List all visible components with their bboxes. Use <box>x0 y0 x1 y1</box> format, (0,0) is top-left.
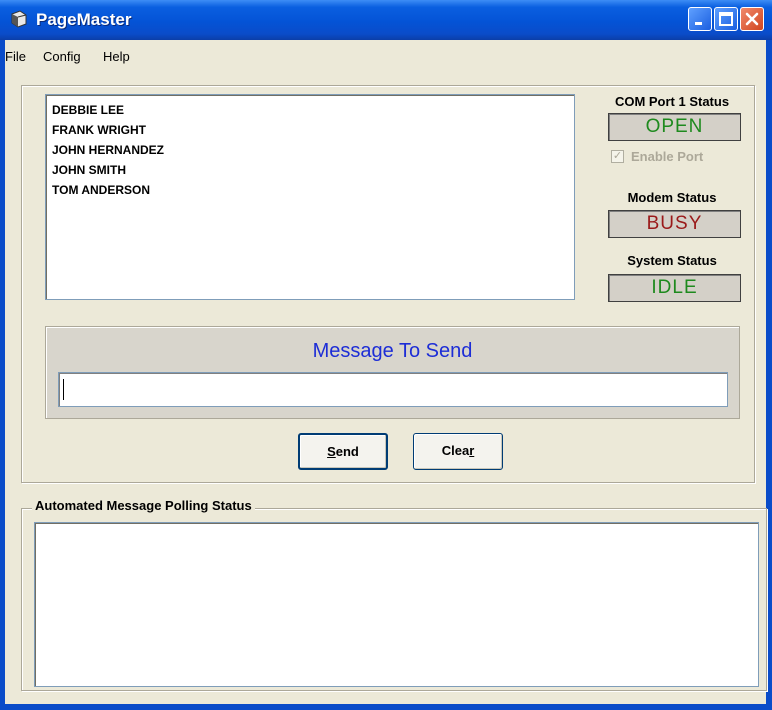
recipient-list[interactable]: DEBBIE LEE FRANK WRIGHT JOHN HERNANDEZ J… <box>45 94 575 300</box>
list-item[interactable]: DEBBIE LEE <box>52 103 124 117</box>
list-item[interactable]: TOM ANDERSON <box>52 183 150 197</box>
polling-group-title: Automated Message Polling Status <box>32 498 255 513</box>
send-button-label: end <box>335 444 359 459</box>
window-frame-left <box>0 40 5 710</box>
message-input[interactable] <box>58 372 728 407</box>
list-item[interactable]: JOHN HERNANDEZ <box>52 143 164 157</box>
com-port-status-value: OPEN <box>608 113 741 141</box>
polling-status-area[interactable] <box>34 522 759 687</box>
maximize-icon <box>719 12 733 26</box>
message-title: Message To Send <box>312 340 473 362</box>
menu-help[interactable]: Help <box>103 49 130 64</box>
maximize-button[interactable] <box>714 7 738 31</box>
enable-port-checkbox[interactable]: ✓ <box>611 150 624 163</box>
menu-file[interactable]: File <box>5 49 26 64</box>
minimize-button[interactable] <box>688 7 712 31</box>
title-bar[interactable]: PageMaster <box>0 0 772 40</box>
send-button-mnemonic: S <box>327 444 336 459</box>
list-item[interactable]: JOHN SMITH <box>52 163 126 177</box>
menu-bar: File Config Help <box>5 40 766 66</box>
clear-button[interactable]: Clear <box>413 433 503 470</box>
com-port-status-label: COM Port 1 Status <box>614 94 730 109</box>
text-caret <box>63 379 64 400</box>
minimize-icon <box>695 22 702 25</box>
close-button[interactable] <box>740 7 764 31</box>
message-panel: Message To Send <box>45 326 740 419</box>
close-icon <box>745 12 759 26</box>
modem-status-label: Modem Status <box>627 190 717 205</box>
list-item[interactable]: FRANK WRIGHT <box>52 123 146 137</box>
enable-port-label: Enable Port <box>631 149 704 164</box>
window-frame-bottom <box>0 704 772 710</box>
send-button[interactable]: Send <box>298 433 388 470</box>
pager-icon <box>11 10 27 28</box>
clear-button-label: Clea <box>441 443 470 458</box>
system-status-value: IDLE <box>608 274 741 302</box>
window-title: PageMaster <box>36 10 132 29</box>
menu-config[interactable]: Config <box>43 49 81 64</box>
clear-button-mnemonic: r <box>469 443 475 458</box>
modem-status-value: BUSY <box>608 210 741 238</box>
system-status-label: System Status <box>627 253 717 268</box>
